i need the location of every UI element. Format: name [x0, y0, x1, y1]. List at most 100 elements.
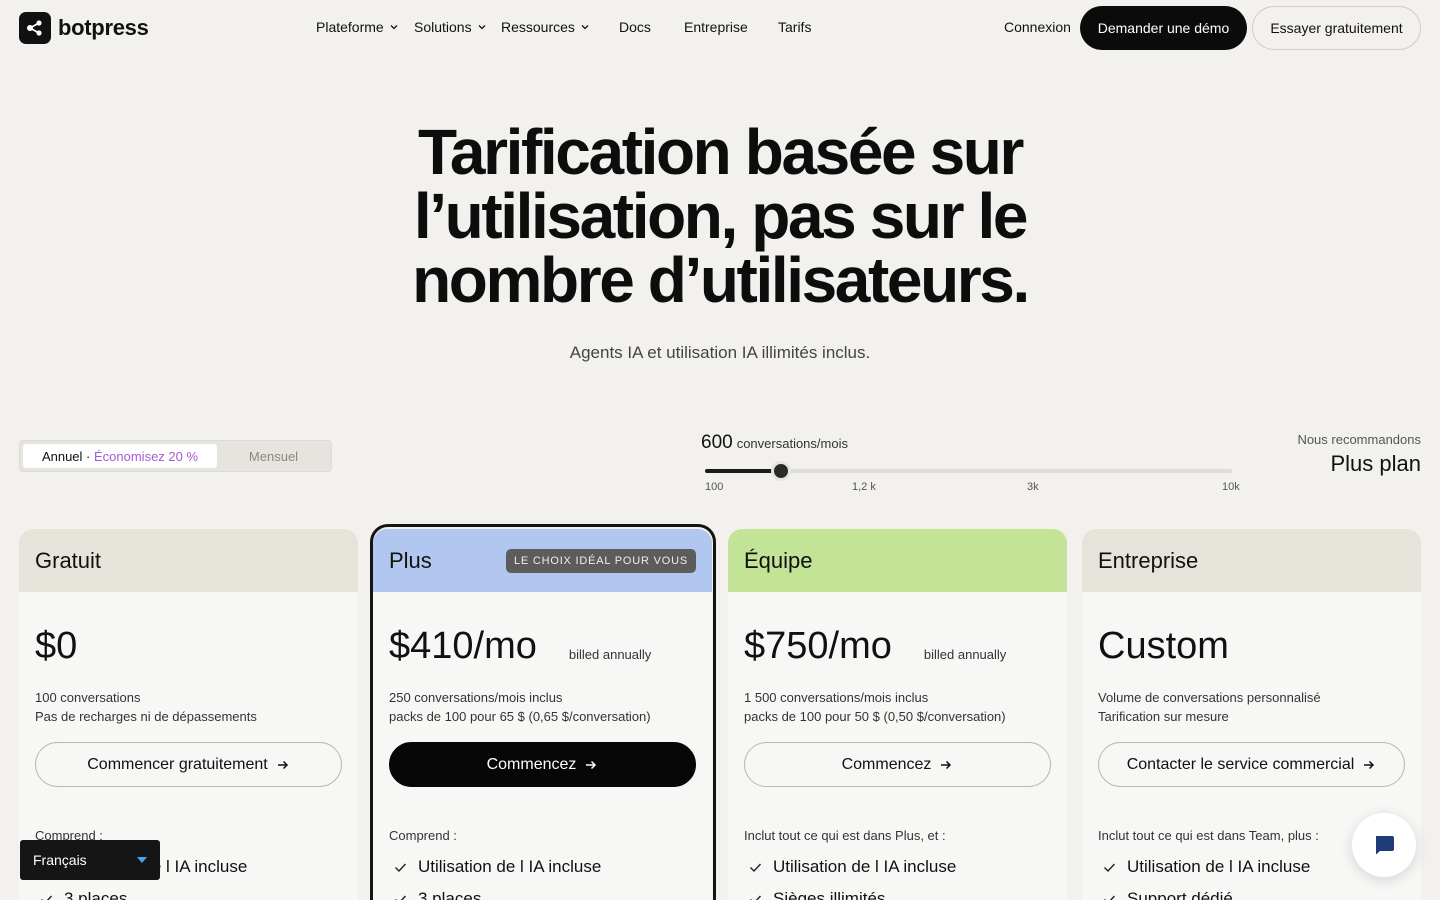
- plan-description: 1 500 conversations/mois inclus: [744, 690, 929, 705]
- start-free-button[interactable]: Commencer gratuitement: [35, 742, 342, 787]
- billing-note: billed annually: [568, 647, 652, 662]
- check-icon: [750, 895, 762, 900]
- arrow-right-icon: [277, 760, 288, 769]
- slider-tick-label: 100: [705, 481, 724, 493]
- nav-item-tarifs[interactable]: Tarifs: [778, 19, 811, 35]
- plan-name: Gratuit: [35, 547, 102, 573]
- check-icon: [395, 895, 407, 900]
- billing-separator: ·: [82, 448, 94, 464]
- login-link[interactable]: Connexion: [1004, 19, 1071, 35]
- recommended-plan: Plus plan: [1330, 451, 1421, 476]
- plan-feature: 3 places: [35, 889, 342, 900]
- arrow-right-icon: [586, 760, 597, 769]
- plan-description: packs de 100 pour 65 $ (0,65 $/conversat…: [389, 709, 651, 724]
- check-icon: [395, 863, 407, 872]
- plan-price: $410/mo: [389, 625, 537, 667]
- feature-label: Utilisation de l IA incluse: [1127, 857, 1311, 876]
- plan-header: Entreprise: [1082, 529, 1421, 592]
- arrow-right-icon: [1364, 760, 1375, 769]
- cta-label: Contacter le service commercial: [1126, 755, 1355, 773]
- feature-label: Utilisation de l IA incluse: [773, 857, 957, 876]
- nav-item-solutions[interactable]: Solutions: [414, 19, 487, 35]
- feature-label: 3 places: [418, 889, 482, 900]
- nav-item-plateforme[interactable]: Plateforme: [316, 19, 399, 35]
- plan-name: Plus: [389, 547, 432, 573]
- nav-item-label: Plateforme: [316, 19, 384, 35]
- caret-down-icon: [137, 857, 147, 863]
- billing-option-annual[interactable]: Annuel · Économisez 20 %: [23, 444, 217, 468]
- chat-launcher-button[interactable]: [1352, 813, 1416, 877]
- contact-sales-button[interactable]: Contacter le service commercial: [1098, 742, 1405, 787]
- plan-price: Custom: [1098, 625, 1229, 667]
- nav-item-label: Solutions: [414, 19, 472, 35]
- plan-name: Entreprise: [1098, 547, 1199, 573]
- conversation-volume-unit: conversations/mois: [736, 436, 848, 451]
- plan-feature: Utilisation de l IA incluse: [389, 857, 696, 877]
- page-title-line: l’utilisation, pas sur le: [413, 180, 1029, 252]
- chevron-down-icon: [581, 25, 589, 30]
- chat-icon: [1376, 836, 1394, 855]
- feature-label: Sièges illimités: [773, 889, 886, 900]
- nav-item-label: Entreprise: [684, 19, 748, 35]
- nav-item-ressources[interactable]: Ressources: [501, 19, 590, 35]
- plan-header: Équipe: [728, 529, 1067, 592]
- plan-feature: Sièges illimités: [744, 889, 1051, 900]
- plan-includes-heading: Inclut tout ce qui est dans Plus, et :: [744, 828, 946, 843]
- feature-label: Support dédié: [1127, 889, 1233, 900]
- billing-toggle: Annuel · Économisez 20 % Mensuel: [19, 440, 332, 472]
- plan-price: $750/mo: [744, 625, 892, 667]
- conversation-volume-value: 600: [701, 432, 733, 453]
- plan-feature: Support dédié: [1098, 889, 1405, 900]
- slider-tick-label: 1,2 k: [852, 481, 876, 493]
- billing-annual-label: Annuel: [41, 448, 83, 464]
- slider-tick-label: 3k: [1027, 481, 1039, 493]
- page-title-line: Tarification basée sur: [417, 116, 1024, 188]
- language-select[interactable]: Français: [20, 840, 160, 880]
- page-title-line: nombre d’utilisateurs.: [412, 244, 1030, 316]
- recommendation: Nous recommandons Plus plan: [1297, 432, 1421, 477]
- start-team-button[interactable]: Commencez: [744, 742, 1051, 787]
- plan-includes-heading: Comprend :: [389, 828, 457, 843]
- plan-card-plus: Plus LE CHOIX IDÉAL POUR VOUS $410/mo bi…: [373, 529, 712, 900]
- slider-fill: [705, 469, 781, 473]
- recommendation-label: Nous recommandons: [1297, 432, 1421, 447]
- check-icon: [1104, 895, 1116, 900]
- nav-item-label: Tarifs: [778, 19, 812, 35]
- plan-description: Tarification sur mesure: [1098, 709, 1229, 724]
- language-selected: Français: [33, 852, 87, 868]
- nav-item-label: Docs: [619, 19, 651, 35]
- conversation-volume-slider[interactable]: [705, 461, 1232, 481]
- billing-option-monthly[interactable]: Mensuel: [217, 444, 330, 468]
- page-title: Tarification basée sur l’utilisation, pa…: [370, 120, 1070, 312]
- plan-feature: 3 places: [389, 889, 696, 900]
- plan-name: Équipe: [744, 547, 813, 573]
- conversation-volume-readout: 600 conversations/mois: [701, 432, 848, 454]
- feature-label: 3 places: [64, 889, 128, 900]
- page-subtitle: Agents IA et utilisation IA illimités in…: [569, 343, 871, 362]
- top-nav: botpress Plateforme Solutions Ressources…: [0, 0, 1440, 56]
- start-plus-button[interactable]: Commencez: [389, 742, 696, 787]
- nav-item-label: Ressources: [501, 19, 575, 35]
- billing-note: billed annually: [923, 647, 1007, 662]
- nav-item-entreprise[interactable]: Entreprise: [684, 19, 748, 35]
- plan-description: packs de 100 pour 50 $ (0,50 $/conversat…: [744, 709, 1006, 724]
- plan-description: 100 conversations: [35, 690, 141, 705]
- chevron-down-icon: [390, 25, 398, 30]
- check-icon: [750, 863, 762, 872]
- try-free-button[interactable]: Essayer gratuitement: [1252, 6, 1421, 50]
- plan-description: Pas de recharges ni de dépassements: [35, 709, 257, 724]
- chevron-down-icon: [478, 25, 486, 30]
- billing-save-label: Économisez 20 %: [93, 448, 199, 464]
- check-icon: [1104, 863, 1116, 872]
- plan-card-equipe: Équipe $750/mo billed annually 1 500 con…: [728, 529, 1067, 900]
- plan-feature: Utilisation de l IA incluse: [744, 857, 1051, 877]
- plan-description: Volume de conversations personnalisé: [1098, 690, 1321, 705]
- cta-label: Commencer gratuitement: [87, 755, 268, 773]
- slider-thumb[interactable]: [770, 461, 791, 481]
- recommended-badge: LE CHOIX IDÉAL POUR VOUS: [505, 548, 696, 573]
- plan-header: Gratuit: [19, 529, 358, 592]
- nav-item-docs[interactable]: Docs: [619, 19, 651, 35]
- request-demo-button[interactable]: Demander une démo: [1080, 6, 1247, 50]
- plan-description: 250 conversations/mois inclus: [389, 690, 563, 705]
- cta-label: Commencez: [841, 755, 932, 773]
